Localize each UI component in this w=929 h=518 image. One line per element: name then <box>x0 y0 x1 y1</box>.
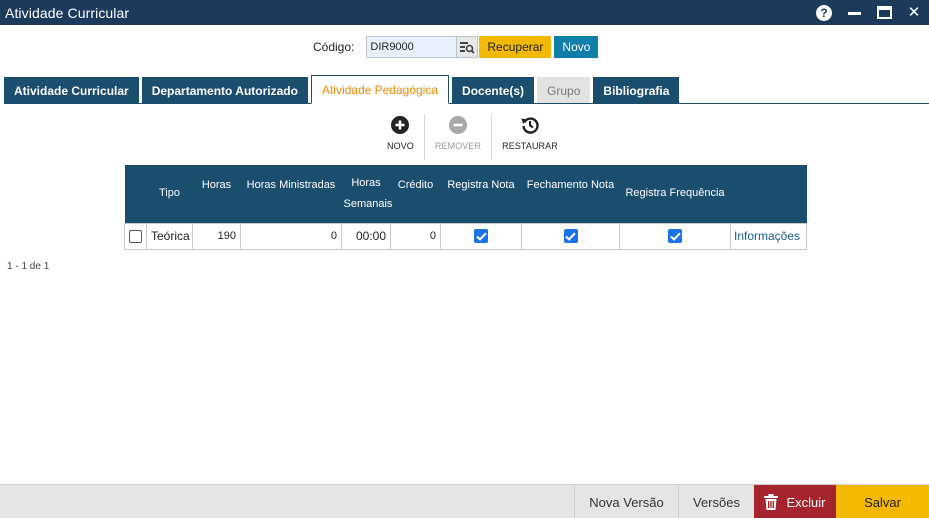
cell-horas-ministradas[interactable]: 0 <box>240 222 342 250</box>
cell-registra-frequencia <box>619 222 731 250</box>
novo-tool-button[interactable]: NOVO <box>379 114 422 160</box>
excluir-label: Excluir <box>786 494 826 510</box>
remover-tool-label: REMOVER <box>434 141 482 151</box>
versoes-button[interactable]: Versões <box>678 485 754 518</box>
recuperar-button[interactable]: Recuperar <box>479 36 552 58</box>
atividade-pedagogica-grid: Tipo Horas Horas Ministradas Horas Seman… <box>124 165 807 250</box>
header-horas-ministradas-text: Horas Ministradas <box>246 179 336 191</box>
nova-versao-button[interactable]: Nova Versão <box>574 485 678 518</box>
cell-horas-semanais[interactable]: 00:00 <box>341 222 391 250</box>
tab-departamento-autorizado[interactable]: Departamento Autorizado <box>141 77 308 104</box>
remover-tool-button[interactable]: REMOVER <box>427 114 489 160</box>
header-horas-ministradas[interactable]: Horas Ministradas <box>240 165 342 223</box>
header-fechamento-nota-text: Fechamento Nota <box>526 179 615 191</box>
header-registra-nota-text: Registra Nota <box>447 179 515 191</box>
header-select <box>124 165 147 223</box>
cell-horas[interactable]: 190 <box>192 222 241 250</box>
novo-button[interactable]: Novo <box>554 36 599 58</box>
minimize-icon <box>847 12 861 15</box>
window-title: Atividade Curricular <box>5 4 130 21</box>
tab-bibliografia[interactable]: Bibliografia <box>593 77 680 104</box>
toolbar-separator <box>491 114 493 160</box>
salvar-button[interactable]: Salvar <box>836 485 929 518</box>
window-controls: ? ✕ <box>815 4 923 22</box>
header-actions <box>730 165 807 223</box>
help-icon: ? <box>816 4 832 21</box>
header-registra-nota[interactable]: Registra Nota <box>440 165 522 223</box>
header-tipo[interactable]: Tipo <box>146 165 193 223</box>
registra-frequencia-checkbox[interactable] <box>668 229 682 244</box>
header-horas-semanais[interactable]: Horas Semanais <box>341 165 393 223</box>
codigo-row: Código: Recuperar Novo <box>313 36 599 58</box>
restaurar-tool-label: RESTAURAR <box>502 141 558 151</box>
restaurar-tool-button[interactable]: RESTAURAR <box>494 114 566 160</box>
minus-circle-icon <box>449 116 468 134</box>
help-button[interactable]: ? <box>815 4 833 22</box>
tab-divider <box>4 103 929 104</box>
restore-icon <box>521 116 539 134</box>
row-select-checkbox[interactable] <box>129 230 142 244</box>
tab-docentes[interactable]: Docente(s) <box>452 77 535 104</box>
footer-bar: Nova Versão Versões Excluir Salvar <box>0 484 929 518</box>
close-button[interactable]: ✕ <box>905 4 923 22</box>
lookup-button[interactable] <box>457 36 479 58</box>
tab-grupo[interactable]: Grupo <box>537 77 591 104</box>
close-icon: ✕ <box>907 4 921 21</box>
tab-atividade-curricular[interactable]: Atividade Curricular <box>4 77 139 104</box>
grid-header-row: Tipo Horas Horas Ministradas Horas Seman… <box>124 165 807 223</box>
cell-registra-nota <box>440 222 522 250</box>
paging-info: 1 - 1 de 1 <box>7 261 50 272</box>
cell-tipo: Teórica <box>146 222 193 250</box>
header-registra-frequencia[interactable]: Registra Frequência <box>619 165 731 223</box>
cell-credito[interactable]: 0 <box>390 222 441 250</box>
trash-icon <box>764 494 779 510</box>
checkmark-icon <box>475 232 487 241</box>
plus-circle-icon <box>391 116 410 134</box>
fechamento-nota-checkbox[interactable] <box>563 229 578 244</box>
checkmark-icon <box>565 232 576 241</box>
header-horas[interactable]: Horas <box>192 165 241 223</box>
novo-tool-label: NOVO <box>387 141 414 151</box>
header-credito[interactable]: Crédito <box>390 165 441 223</box>
maximize-button[interactable] <box>875 4 893 22</box>
tab-bar: Atividade Curricular Departamento Autori… <box>4 75 680 104</box>
codigo-input[interactable] <box>366 36 458 58</box>
title-bar: Atividade Curricular ? ✕ <box>0 0 929 25</box>
search-list-icon <box>459 41 475 54</box>
checkmark-icon <box>669 232 681 241</box>
tab-atividade-pedagogica[interactable]: Atividade Pedagógica <box>310 75 450 104</box>
header-horas-semanais-line1: Horas <box>351 176 381 189</box>
informacoes-link[interactable]: Informações <box>734 229 800 243</box>
app-window: Atividade Curricular ? ✕ Código: DIR9000… <box>0 0 929 518</box>
cell-fechamento-nota <box>521 222 620 250</box>
toolbar-separator <box>423 114 425 160</box>
row-select-cell <box>124 222 147 250</box>
header-fechamento-nota[interactable]: Fechamento Nota <box>521 165 620 223</box>
header-credito-text: Crédito <box>397 179 434 191</box>
grid-toolbar: NOVO REMOVER RESTAURAR <box>379 114 566 160</box>
header-horas-text: Horas <box>201 179 232 191</box>
table-row[interactable]: Teórica 190 0 00:00 0 Informações <box>124 222 807 250</box>
cell-informacoes: Informações <box>730 222 807 250</box>
minimize-button[interactable] <box>845 4 863 22</box>
header-horas-semanais-line2: Semanais <box>343 197 393 210</box>
maximize-icon <box>876 6 892 19</box>
excluir-button[interactable]: Excluir <box>754 485 836 518</box>
registra-nota-checkbox[interactable] <box>474 229 488 244</box>
codigo-label: Código: <box>313 40 355 54</box>
